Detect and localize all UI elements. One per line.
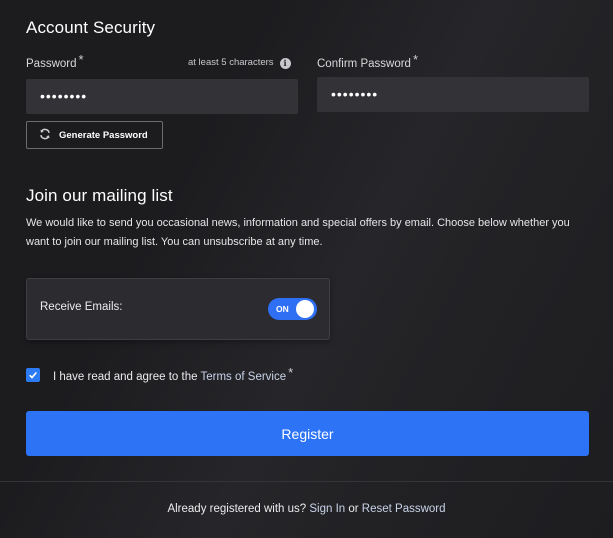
check-icon [29, 371, 37, 379]
register-button[interactable]: Register [26, 411, 589, 456]
password-required-mark: * [78, 52, 84, 67]
generate-password-button[interactable]: Generate Password [26, 121, 163, 149]
password-field[interactable]: •••••••• [26, 79, 298, 114]
confirm-password-required-mark: * [412, 52, 419, 67]
receive-emails-card: Receive Emails: ON [26, 278, 330, 340]
mailing-list-title: Join our mailing list [26, 186, 173, 205]
password-hint: at least 5 characters [188, 57, 274, 68]
confirm-password-field[interactable]: •••••••• [317, 77, 589, 112]
mailing-list-description-line2: want to join our mailing list. You can u… [26, 236, 323, 248]
terms-required-mark: * [288, 365, 294, 380]
terms-checkbox[interactable] [26, 368, 40, 382]
toggle-on-label: ON [276, 304, 289, 314]
mailing-list-description: We would like to send you occasional new… [26, 214, 596, 252]
password-label: Password [26, 58, 77, 70]
terms-of-service-link[interactable]: Terms of Service [200, 371, 286, 383]
mailing-list-description-line1: We would like to send you occasional new… [26, 217, 570, 229]
password-label-group: Password * [26, 52, 84, 70]
terms-text: I have read and agree to the Terms of Se… [53, 365, 294, 383]
generate-password-label: Generate Password [59, 129, 148, 141]
confirm-password-label-group: Confirm Password * [317, 52, 419, 70]
footer-prefix: Already registered with us? [167, 503, 310, 515]
account-security-title: Account Security [26, 18, 156, 37]
sign-in-link[interactable]: Sign In [309, 503, 345, 515]
toggle-knob [296, 300, 314, 318]
footer-divider [0, 481, 613, 482]
footer-text: Already registered with us? Sign In or R… [0, 503, 613, 515]
confirm-password-label: Confirm Password [317, 58, 411, 70]
footer-or: or [345, 503, 362, 515]
info-icon[interactable]: i [279, 58, 291, 69]
reset-password-link[interactable]: Reset Password [362, 503, 446, 515]
terms-prefix: I have read and agree to the [53, 371, 201, 383]
refresh-icon [39, 128, 51, 143]
password-hint-group: at least 5 characters i [188, 57, 291, 69]
receive-emails-toggle[interactable]: ON [268, 298, 317, 320]
receive-emails-label: Receive Emails: [40, 301, 123, 313]
